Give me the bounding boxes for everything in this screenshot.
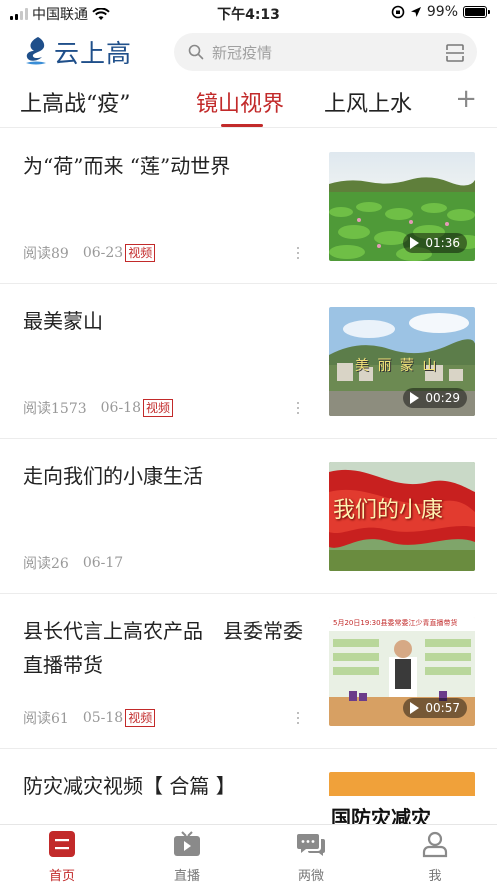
more-options-icon[interactable]: [297, 712, 301, 724]
article-thumbnail[interactable]: 01:36: [329, 152, 475, 261]
nav-social[interactable]: 两微: [271, 829, 351, 883]
list-item[interactable]: 走向我们的小康生活 阅读26 06-17 我们的小康: [0, 439, 497, 594]
status-bar: 中国联通 下午4:13 99%: [0, 0, 497, 26]
article-date: 06-18: [100, 400, 141, 416]
thumbnail-caption: 我们的小康: [333, 498, 444, 523]
article-meta: 阅读1573 06-18 视频: [23, 398, 174, 418]
search-bar[interactable]: 新冠疫情: [174, 33, 477, 71]
article-title[interactable]: 最美蒙山: [23, 304, 303, 338]
nav-label: 两微: [297, 869, 324, 883]
app-title: 云上高: [54, 39, 133, 68]
home-icon: [49, 831, 75, 857]
duration-text: 00:29: [425, 391, 460, 405]
list-item[interactable]: 最美蒙山 阅读1573 06-18 视频 美 丽 蒙 山 00:29: [0, 284, 497, 439]
app-logo[interactable]: 云上高: [22, 34, 132, 70]
nav-label: 直播: [173, 869, 200, 883]
article-date: 05-18: [82, 710, 124, 726]
chat-icon: [297, 834, 325, 856]
video-duration: 01:36: [403, 233, 467, 253]
play-icon: [410, 237, 420, 249]
nav-label: 我: [428, 869, 442, 883]
nav-home[interactable]: 首页: [22, 829, 102, 883]
more-options-icon[interactable]: [297, 247, 301, 259]
video-badge: 视频: [125, 244, 156, 262]
article-thumbnail[interactable]: 我们的小康: [329, 462, 475, 571]
thumbnail-caption: 美 丽 蒙 山: [355, 358, 439, 374]
search-placeholder: 新冠疫情: [212, 43, 273, 62]
user-icon: [422, 831, 448, 858]
play-icon: [410, 702, 420, 714]
read-count: 阅读89: [23, 246, 69, 262]
duration-text: 00:57: [425, 701, 460, 715]
article-thumbnail[interactable]: 5月20日19:30县委常委江少青直播带货 00:57: [329, 617, 475, 726]
location-icon: [410, 7, 421, 17]
article-date: 06-17: [82, 555, 124, 571]
scan-icon[interactable]: [445, 43, 465, 63]
read-count: 阅读61: [23, 711, 69, 727]
article-title[interactable]: 为“荷”而来 “莲”动世界: [23, 149, 303, 183]
battery-percent: 99%: [426, 4, 458, 20]
article-meta: 阅读61 05-18 视频: [23, 708, 156, 728]
tab-jingshan-view[interactable]: 镜山视界: [196, 86, 284, 118]
article-title[interactable]: 县长代言上高农产品 县委常委直播带货: [23, 614, 303, 682]
tab-shangfeng-shangshui[interactable]: 上风上水: [324, 86, 412, 118]
battery-icon: [463, 6, 490, 18]
active-tab-indicator: [221, 124, 263, 127]
add-channel-icon[interactable]: +: [455, 84, 477, 114]
nav-label: 首页: [48, 869, 75, 883]
thumbnail-caption: 5月20日19:30县委常委江少青直播带货: [333, 619, 458, 627]
article-title[interactable]: 走向我们的小康生活: [23, 459, 303, 493]
channel-tabs: 上高战“疫” 镜山视界 上风上水 +: [0, 78, 497, 128]
tv-icon: [174, 831, 200, 856]
duration-text: 01:36: [425, 236, 460, 250]
read-count: 阅读1573: [23, 401, 87, 417]
video-duration: 00:57: [403, 698, 467, 718]
video-badge: 视频: [125, 709, 156, 727]
article-thumbnail[interactable]: 美 丽 蒙 山 00:29: [329, 307, 475, 416]
search-icon: [188, 44, 204, 60]
article-meta: 阅读89 06-23 视频: [23, 243, 156, 263]
logo-icon: [26, 37, 46, 65]
list-item[interactable]: 为“荷”而来 “莲”动世界 阅读89 06-23 视频 01:36: [0, 129, 497, 284]
article-list: 为“荷”而来 “莲”动世界 阅读89 06-23 视频 01:36 最美蒙山 阅…: [0, 129, 497, 883]
nav-live[interactable]: 直播: [147, 829, 227, 883]
tab-shanggao-fight[interactable]: 上高战“疫”: [20, 86, 131, 118]
video-badge: 视频: [143, 399, 174, 417]
nav-me[interactable]: 我: [395, 829, 475, 883]
article-meta: 阅读26 06-17: [23, 553, 123, 573]
orientation-lock-icon: [391, 5, 405, 19]
play-icon: [410, 392, 420, 404]
article-date: 06-23: [82, 245, 124, 261]
read-count: 阅读26: [23, 556, 69, 572]
app-header: 云上高 新冠疫情: [0, 30, 497, 74]
video-duration: 00:29: [403, 388, 467, 408]
more-options-icon[interactable]: [297, 402, 301, 414]
list-item[interactable]: 县长代言上高农产品 县委常委直播带货 阅读61 05-18 视频 5月20日19…: [0, 594, 497, 749]
status-right: 99%: [391, 4, 490, 20]
bottom-nav: 首页 直播 两微 我: [0, 824, 497, 883]
article-title[interactable]: 防灾减灾视频【 合篇 】: [23, 769, 303, 803]
article-thumbnail[interactable]: 国防灾减灾: [329, 772, 475, 832]
